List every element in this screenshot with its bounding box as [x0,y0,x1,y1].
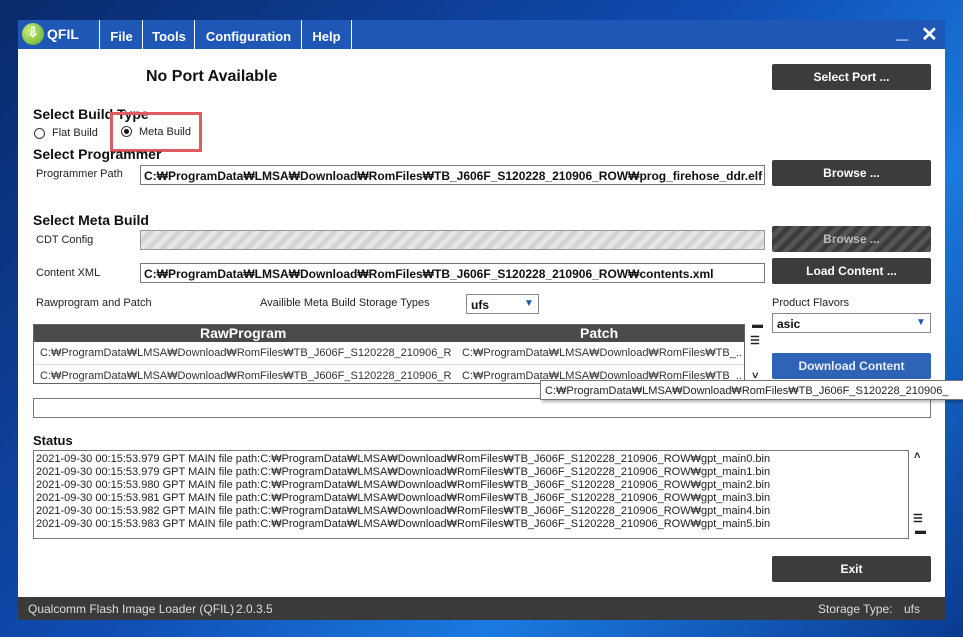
cdt-config-label: CDT Config [36,234,94,246]
version-label: 2.0.3.5 [236,602,273,616]
path-tooltip: C:₩ProgramData₩LMSA₩Download₩RomFiles₩TB… [540,380,963,400]
load-content-button[interactable]: Load Content ... [772,258,931,284]
grid-header-patch: Patch [580,325,619,341]
exit-button[interactable]: Exit [772,556,931,582]
grid-header-rawprogram: RawProgram [200,325,287,341]
flat-build-radio[interactable] [34,128,45,139]
grid-cell-rawprogram: C:₩ProgramData₩LMSA₩Download₩RomFiles₩TB… [40,370,452,382]
programmer-browse-button[interactable]: Browse ... [772,160,931,186]
app-title: QFIL [47,26,79,42]
programmer-heading: Select Programmer [33,146,162,162]
progress-field [33,398,931,418]
status-heading: Status [33,433,73,448]
chevron-down-icon: ▼ [524,298,534,309]
meta-build-heading: Select Meta Build [33,212,149,228]
log-line: 2021-09-30 00:15:53.981 GPT MAIN file pa… [36,492,771,504]
storage-type-select[interactable]: ufs ▼ [466,294,539,314]
qfil-logo-icon: ⇩ [22,23,44,45]
menu-help[interactable]: Help [301,20,352,49]
scroll-top-icon[interactable]: ▬ [752,319,763,331]
title-bar: ⇩ QFIL File Tools Configuration Help _ ✕ [18,18,945,49]
programmer-path-field[interactable]: C:₩ProgramData₩LMSA₩Download₩RomFiles₩TB… [140,165,765,185]
grid-row[interactable]: C:₩ProgramData₩LMSA₩Download₩RomFiles₩TB… [34,342,744,364]
rawprogram-patch-grid: RawProgram Patch C:₩ProgramData₩LMSA₩Dow… [33,324,745,384]
cdt-config-field [140,230,765,250]
close-icon[interactable]: ✕ [921,22,938,47]
status-log: 2021-09-30 00:15:53.979 GPT MAIN file pa… [33,450,909,539]
menu-configuration[interactable]: Configuration [194,20,302,49]
storage-type-value: ufs [471,298,489,312]
select-port-button[interactable]: Select Port ... [772,64,931,90]
product-flavors-label: Product Flavors [772,297,850,309]
log-line: 2021-09-30 00:15:53.979 GPT MAIN file pa… [36,466,771,478]
product-flavors-value: asic [777,317,801,331]
log-line: 2021-09-30 00:15:53.979 GPT MAIN file pa… [36,453,771,465]
qfil-window: ⇩ QFIL File Tools Configuration Help _ ✕… [18,18,963,620]
log-scroll-bottom-icon[interactable]: ▬ [915,525,926,537]
scroll-handle-icon[interactable]: ☰ [750,334,760,347]
content-xml-field[interactable]: C:₩ProgramData₩LMSA₩Download₩RomFiles₩TB… [140,263,765,283]
log-scroll-handle-icon[interactable]: ☰ [913,512,923,525]
app-name-label: Qualcomm Flash Image Loader (QFIL) [28,602,235,616]
product-flavors-select[interactable]: asic ▼ [772,313,931,333]
programmer-path-label: Programmer Path [36,168,123,180]
footer-storage-value[interactable]: ufs [904,602,920,616]
grid-cell-patch: C:₩ProgramData₩LMSA₩Download₩RomFiles₩TB… [462,347,742,359]
minimize-icon[interactable]: _ [896,18,908,44]
flat-build-label: Flat Build [52,127,98,139]
log-line: 2021-09-30 00:15:53.982 GPT MAIN file pa… [36,505,771,517]
log-scroll-up-icon[interactable]: ˄ [914,450,920,462]
menu-tools[interactable]: Tools [142,20,195,49]
content-xml-label: Content XML [36,267,101,279]
storage-types-label: Availible Meta Build Storage Types [260,297,430,309]
download-content-button[interactable]: Download Content [772,353,931,379]
rawprogram-label: Rawprogram and Patch [36,297,152,309]
status-bar: Qualcomm Flash Image Loader (QFIL) 2.0.3… [18,597,945,620]
log-line: 2021-09-30 00:15:53.980 GPT MAIN file pa… [36,479,771,491]
menu-file[interactable]: File [99,20,143,49]
grid-cell-rawprogram: C:₩ProgramData₩LMSA₩Download₩RomFiles₩TB… [40,347,452,359]
chevron-down-icon: ▼ [916,317,926,328]
port-status: No Port Available [146,68,278,85]
storage-type-label: Storage Type: [818,602,893,616]
cdt-browse-button: Browse ... [772,226,931,252]
grid-header: RawProgram Patch [34,325,744,342]
log-line: 2021-09-30 00:15:53.983 GPT MAIN file pa… [36,518,771,530]
